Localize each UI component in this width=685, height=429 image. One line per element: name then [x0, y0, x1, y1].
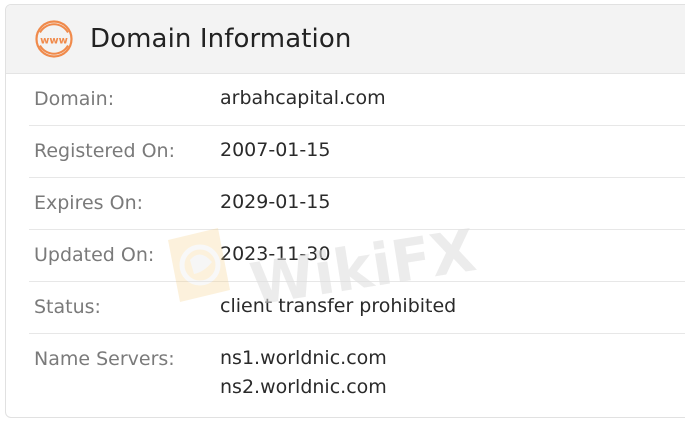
www-icon-text: www	[40, 36, 68, 47]
domain-info-table: Domain: arbahcapital.com Registered On: …	[29, 74, 685, 414]
row-expires-on: Expires On: 2029-01-15	[29, 178, 685, 230]
www-icon: www	[35, 20, 73, 58]
row-label: Registered On:	[34, 140, 175, 162]
row-updated-on: Updated On: 2023-11-30	[29, 230, 685, 282]
row-name-servers: Name Servers: ns1.worldnic.com ns2.world…	[29, 334, 685, 414]
row-registered-on: Registered On: 2007-01-15	[29, 126, 685, 178]
row-value: arbahcapital.com	[220, 87, 386, 109]
name-server-1: ns1.worldnic.com	[220, 347, 387, 369]
row-label: Name Servers:	[34, 348, 175, 370]
row-value: client transfer prohibited	[220, 295, 457, 317]
page-title: Domain Information	[90, 24, 352, 54]
row-value: 2029-01-15	[220, 191, 331, 213]
row-label: Status:	[34, 296, 101, 318]
domain-info-card: www Domain Information Domain: arbahcapi…	[5, 4, 685, 418]
row-label: Expires On:	[34, 192, 144, 214]
row-label: Domain:	[34, 88, 115, 110]
row-value: ns1.worldnic.com ns2.worldnic.com	[220, 344, 387, 402]
row-value: 2007-01-15	[220, 139, 331, 161]
row-label: Updated On:	[34, 244, 155, 266]
name-server-2: ns2.worldnic.com	[220, 376, 387, 398]
row-domain: Domain: arbahcapital.com	[29, 74, 685, 126]
row-value: 2023-11-30	[220, 243, 331, 265]
row-status: Status: client transfer prohibited	[29, 282, 685, 334]
card-header: www Domain Information	[6, 5, 685, 74]
